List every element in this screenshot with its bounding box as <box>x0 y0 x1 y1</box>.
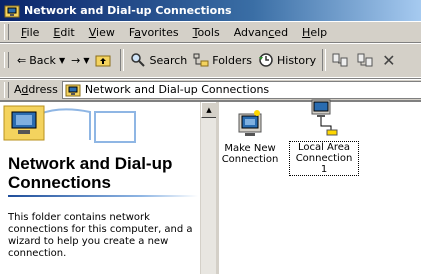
delete-x-icon: ✕ <box>382 50 396 70</box>
title-divider <box>8 195 198 197</box>
network-folder-icon <box>65 84 81 96</box>
up-folder-icon <box>95 55 111 67</box>
search-button[interactable]: Search <box>127 48 190 72</box>
local-area-connection-item[interactable]: Local Area Connection 1 <box>289 98 359 176</box>
network-folder-icon <box>4 5 20 17</box>
forward-arrow-icon: → <box>71 53 81 67</box>
copy-to-icon <box>357 53 373 67</box>
move-to-icon <box>332 53 348 67</box>
make-new-connection-label: Make New Connection <box>221 143 279 165</box>
address-label: Address <box>14 83 58 96</box>
history-clock-icon <box>259 53 273 67</box>
menu-edit[interactable]: Edit <box>46 24 81 41</box>
toolbar-grip[interactable] <box>4 52 9 68</box>
address-input[interactable]: Network and Dial-up Connections <box>61 80 421 99</box>
menu-tools[interactable]: Tools <box>186 24 227 41</box>
local-area-connection-label: Local Area Connection 1 <box>289 141 359 176</box>
title-bar[interactable]: Network and Dial-up Connections <box>0 0 421 21</box>
delete-button[interactable]: ✕ <box>379 48 398 72</box>
search-icon <box>131 53 146 67</box>
back-button[interactable]: ⇐ Back ▼ <box>14 48 68 72</box>
folder-description: This folder contains network connections… <box>8 212 193 259</box>
menu-favorites[interactable]: Favorites <box>122 24 186 41</box>
window-title: Network and Dial-up Connections <box>24 4 232 17</box>
back-arrow-icon: ⇐ <box>17 53 27 67</box>
address-value: Network and Dial-up Connections <box>84 83 270 96</box>
toolbar-separator <box>322 49 327 71</box>
menu-advanced[interactable]: Advanced <box>227 24 295 41</box>
forward-dropdown-icon[interactable]: ▼ <box>83 56 89 65</box>
address-bar: Address Network and Dial-up Connections <box>0 78 421 100</box>
menu-file[interactable]: File <box>14 24 46 41</box>
move-to-button[interactable] <box>329 48 354 72</box>
make-new-connection-item[interactable]: Make New Connection <box>215 108 285 165</box>
menu-view[interactable]: View <box>82 24 122 41</box>
up-folder-button[interactable] <box>92 48 117 72</box>
folders-button[interactable]: Folders <box>190 48 255 72</box>
copy-to-button[interactable] <box>354 48 379 72</box>
menu-help[interactable]: Help <box>295 24 334 41</box>
file-list: Make New Connection Local Area Connectio… <box>219 99 421 274</box>
address-grip[interactable] <box>4 81 9 98</box>
content-area: Network and Dial-up Connections This fol… <box>0 99 421 274</box>
page-title: Network and Dial-up Connections <box>8 154 173 192</box>
network-banner-graphic <box>3 105 136 143</box>
toolbar-separator <box>120 49 125 71</box>
local-area-connection-icon <box>311 99 338 136</box>
history-button[interactable]: History <box>255 48 319 72</box>
forward-button[interactable]: → ▼ <box>68 48 92 72</box>
standard-toolbar: ⇐ Back ▼ → ▼ Search Folders History ✕ <box>0 42 421 78</box>
folders-icon <box>193 53 209 67</box>
menu-bar: File Edit View Favorites Tools Advanced … <box>0 21 421 42</box>
menu-grip[interactable] <box>4 24 9 40</box>
info-pane: Network and Dial-up Connections This fol… <box>0 102 200 274</box>
make-new-connection-icon <box>238 110 262 136</box>
back-dropdown-icon[interactable]: ▼ <box>59 56 65 65</box>
